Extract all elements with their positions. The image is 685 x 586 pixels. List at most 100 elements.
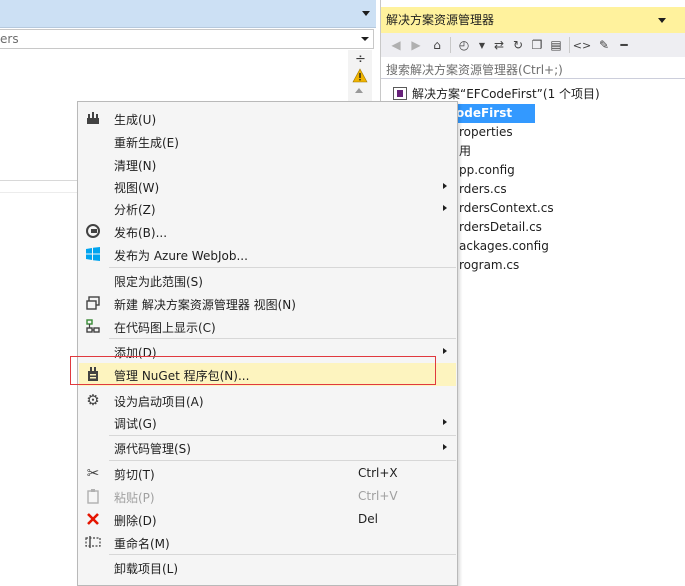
tree-item[interactable]: rogram.cs <box>459 256 519 275</box>
tree-item[interactable]: roperties <box>459 123 513 142</box>
chevron-down-icon[interactable] <box>362 11 370 16</box>
tree-item-label: rogram.cs <box>459 258 520 272</box>
refresh-icon[interactable]: ↻ <box>509 36 527 54</box>
menu-item-label: 清理(N) <box>114 159 157 173</box>
menu-item-label: 粘贴(P) <box>114 491 155 505</box>
preview-icon[interactable]: ━ <box>615 36 633 54</box>
menu-item-label: 卸载项目(L) <box>114 562 179 576</box>
menu-item-shortcut: Ctrl+V <box>358 489 398 503</box>
project-context-menu: 生成(U) 重新生成(E) 清理(N) 视图(W) 分析(Z) 发布(B)...… <box>77 101 458 586</box>
menu-item-label: 剪切(T) <box>114 468 155 482</box>
menu-item-shortcut: Del <box>358 512 378 526</box>
menu-item-source-control[interactable]: 源代码管理(S) <box>79 436 456 459</box>
view-code-icon[interactable]: <> <box>573 36 591 54</box>
menu-item-view[interactable]: 视图(W) <box>79 175 456 198</box>
tree-item[interactable]: rders.cs <box>459 180 507 199</box>
solution-search-input[interactable]: 搜索解决方案资源管理器(Ctrl+;) <box>381 58 685 79</box>
menu-item-rename[interactable]: 重命名(M) <box>79 531 456 554</box>
menu-item-label: 在代码图上显示(C) <box>114 321 216 335</box>
menu-separator <box>109 460 456 461</box>
tree-item-label: odeFirst <box>456 106 513 120</box>
divider <box>0 180 78 181</box>
toolbar-separator <box>569 37 570 53</box>
submenu-arrow-icon <box>443 205 447 211</box>
chevron-down-icon[interactable] <box>361 37 369 41</box>
forward-icon[interactable]: ▶ <box>407 36 425 54</box>
split-window-icon[interactable]: ÷ <box>355 53 366 66</box>
menu-item-new-se-view[interactable]: 新建 解决方案资源管理器 视图(N) <box>79 292 456 315</box>
submenu-arrow-icon <box>443 419 447 425</box>
solution-explorer-toolbar: ◀ ▶ ⌂ ◴ ▼ ⇄ ↻ ❐ ▤ <> ✎ ━ <box>381 33 685 57</box>
tree-item-label: rders.cs <box>459 182 507 196</box>
submenu-arrow-icon <box>443 348 447 354</box>
tree-item[interactable]: pp.config <box>459 161 515 180</box>
menu-item-label: 视图(W) <box>114 181 160 195</box>
scroll-up-icon[interactable] <box>355 88 363 93</box>
menu-separator <box>109 338 456 339</box>
publish-icon <box>86 224 100 238</box>
menu-item-label: 调试(G) <box>114 417 157 431</box>
tree-item[interactable]: ackages.config <box>459 237 549 256</box>
collapse-all-icon[interactable]: ❐ <box>528 36 546 54</box>
tree-item-project[interactable]: odeFirst <box>455 104 535 123</box>
toolbar-separator <box>450 37 451 53</box>
member-dropdown-value: ers <box>0 32 19 46</box>
editor-tab-bar <box>0 0 376 28</box>
menu-item-build[interactable]: 生成(U) <box>79 107 456 130</box>
menu-item-label: 重新生成(E) <box>114 136 179 150</box>
menu-item-paste[interactable]: 粘贴(P) Ctrl+V <box>79 485 456 508</box>
menu-item-clean[interactable]: 清理(N) <box>79 153 456 176</box>
tree-item-label: rdersContext.cs <box>459 201 554 215</box>
menu-item-publish-webjob[interactable]: 发布为 Azure WebJob... <box>79 243 456 266</box>
sync-icon[interactable]: ⇄ <box>490 36 508 54</box>
menu-item-analyze[interactable]: 分析(Z) <box>79 197 456 220</box>
solution-explorer-title: 解决方案资源管理器 <box>386 13 495 27</box>
chevron-down-icon[interactable]: ▼ <box>473 36 491 54</box>
menu-item-scope-to-this[interactable]: 限定为此范围(S) <box>79 269 456 292</box>
tree-item[interactable]: rdersDetail.cs <box>459 218 542 237</box>
code-map-icon <box>86 319 100 333</box>
solution-search-placeholder: 搜索解决方案资源管理器(Ctrl+;) <box>386 63 563 77</box>
submenu-arrow-icon <box>443 444 447 450</box>
gear-icon: ⚙ <box>86 391 100 409</box>
home-icon[interactable]: ⌂ <box>428 36 446 54</box>
menu-item-show-on-code-map[interactable]: 在代码图上显示(C) <box>79 315 456 338</box>
chevron-down-icon[interactable] <box>658 18 666 23</box>
warning-icon <box>352 68 368 83</box>
member-dropdown[interactable]: ers <box>0 29 374 49</box>
solution-explorer-titlebar: 解决方案资源管理器 <box>381 0 685 33</box>
scissors-icon: ✂ <box>86 464 100 482</box>
menu-item-label: 源代码管理(S) <box>114 442 191 456</box>
tree-item-label: roperties <box>459 125 513 139</box>
properties-wrench-icon[interactable]: ✎ <box>595 36 613 54</box>
tree-item-label: 用 <box>459 144 472 158</box>
back-icon[interactable]: ◀ <box>387 36 405 54</box>
rename-icon <box>85 536 101 548</box>
menu-separator <box>109 267 456 268</box>
menu-item-label: 设为启动项目(A) <box>114 395 204 409</box>
menu-item-publish[interactable]: 发布(B)... <box>79 220 456 243</box>
tree-item-label: rdersDetail.cs <box>459 220 542 234</box>
menu-item-label: 限定为此范围(S) <box>114 275 203 289</box>
menu-separator <box>109 554 456 555</box>
menu-item-label: 发布为 Azure WebJob... <box>114 249 248 263</box>
tree-item[interactable]: rdersContext.cs <box>459 199 554 218</box>
menu-item-label: 重命名(M) <box>114 537 170 551</box>
menu-item-delete[interactable]: 删除(D) Del <box>79 508 456 531</box>
menu-item-shortcut: Ctrl+X <box>358 466 398 480</box>
tree-item[interactable]: 用 <box>459 142 471 161</box>
menu-item-label: 分析(Z) <box>114 203 156 217</box>
delete-icon <box>87 513 99 525</box>
show-all-files-icon[interactable]: ▤ <box>547 36 565 54</box>
menu-item-debug[interactable]: 调试(G) <box>79 411 456 434</box>
menu-item-set-startup[interactable]: ⚙ 设为启动项目(A) <box>79 389 456 412</box>
history-icon[interactable]: ◴ <box>455 36 473 54</box>
highlight-annotation-box <box>70 356 436 385</box>
menu-item-rebuild[interactable]: 重新生成(E) <box>79 130 456 153</box>
menu-item-label: 发布(B)... <box>114 226 168 240</box>
solution-icon <box>393 87 407 100</box>
build-icon <box>87 112 99 124</box>
menu-item-cut[interactable]: ✂ 剪切(T) Ctrl+X <box>79 462 456 485</box>
tree-item-label: 解决方案“EFCodeFirst”(1 个项目) <box>412 87 600 101</box>
menu-item-unload-project[interactable]: 卸载项目(L) <box>79 556 456 579</box>
